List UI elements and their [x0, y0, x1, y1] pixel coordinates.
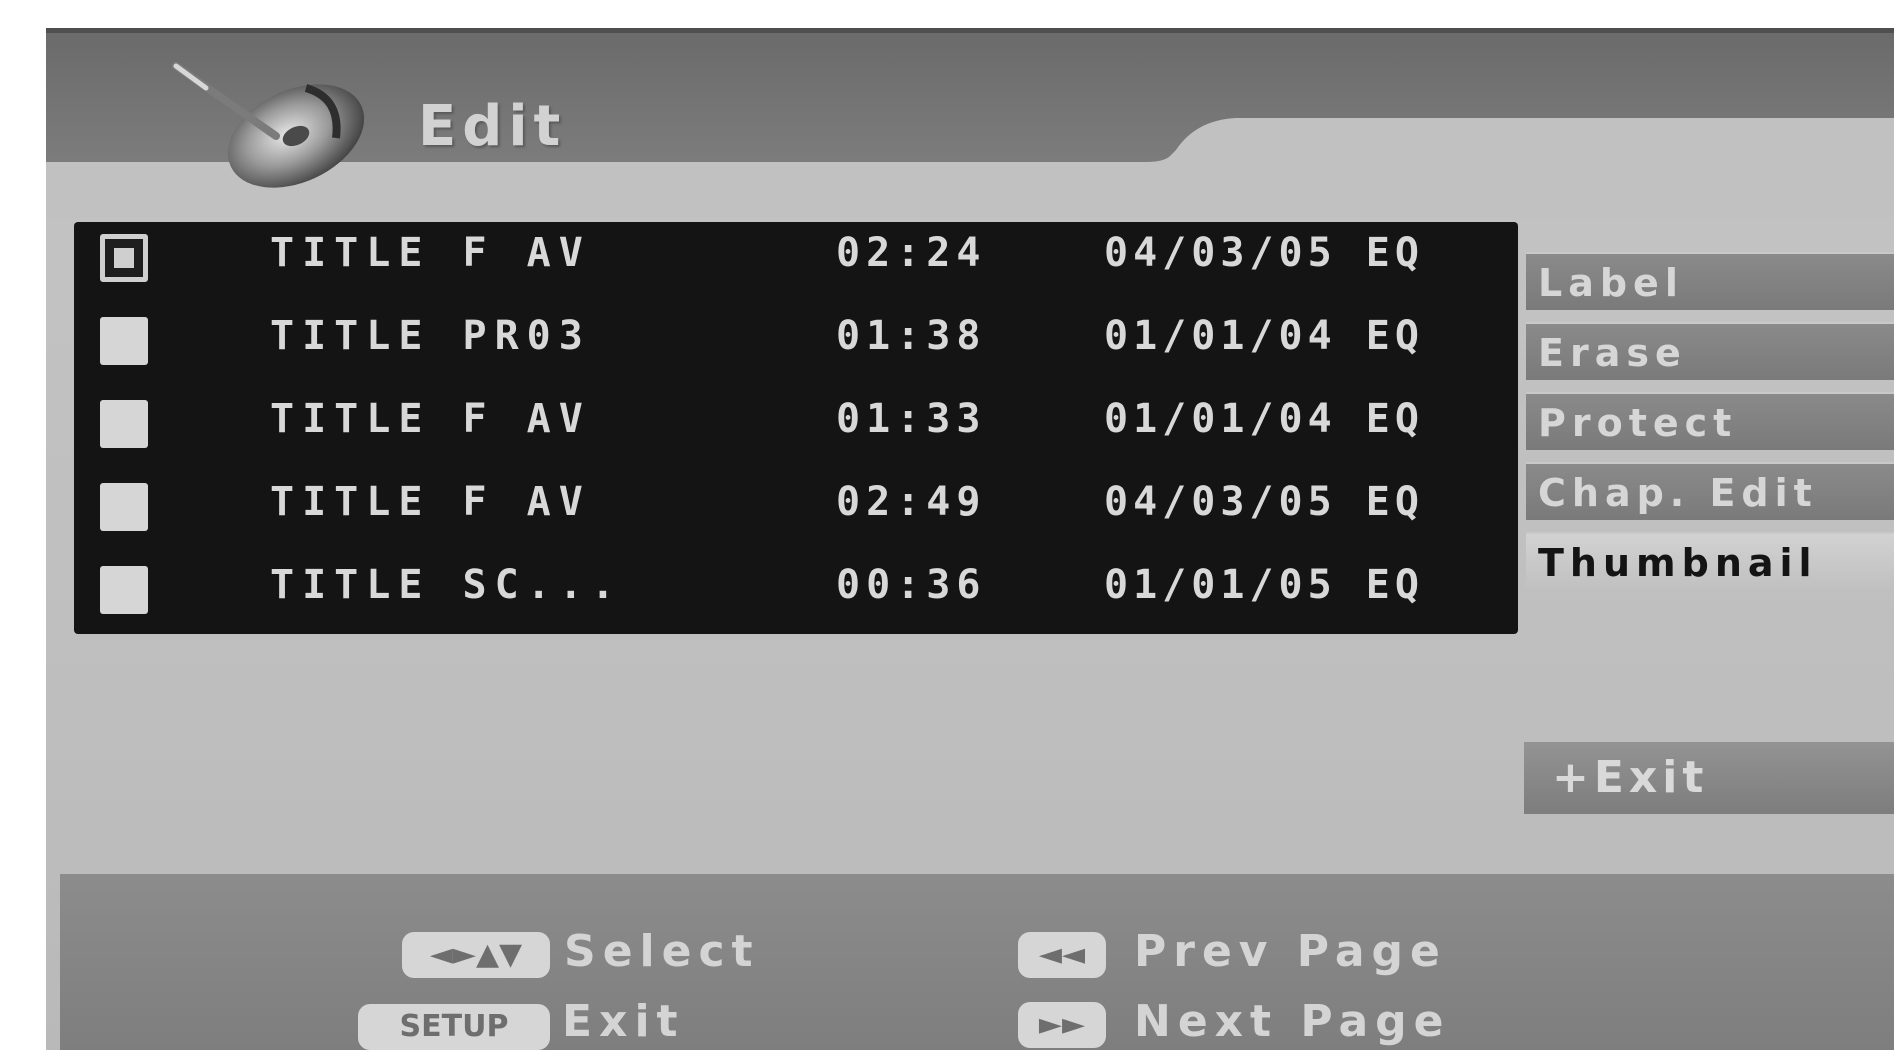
title-date: 04/03/05 EQ: [1104, 230, 1424, 276]
title-name: TITLE SC...: [270, 562, 623, 608]
exit-help-label: Exit: [562, 996, 685, 1047]
menu-item-chap-edit[interactable]: Chap. Edit: [1526, 462, 1894, 520]
next-key-icon: ►►: [1018, 1002, 1106, 1048]
setup-key-icon: SETUP: [358, 1004, 550, 1050]
edit-screen: Edit TITLE F AV 02:24 04/03/05 EQ TITLE PR0…: [46, 28, 1894, 1050]
title-date: 01/01/05 EQ: [1104, 562, 1424, 608]
title-date: 01/01/04 EQ: [1104, 396, 1424, 442]
menu-item-erase[interactable]: Erase: [1526, 322, 1894, 380]
exit-button[interactable]: +Exit: [1524, 742, 1894, 814]
checkbox-icon[interactable]: [100, 566, 148, 614]
disc-edit-icon: [172, 62, 365, 188]
next-page-label: Next Page: [1134, 996, 1451, 1047]
title-name: TITLE F AV: [270, 230, 591, 276]
title-length: 00:36: [836, 562, 987, 608]
title-date: 04/03/05 EQ: [1104, 479, 1424, 525]
title-length: 02:49: [836, 479, 987, 525]
selected-checkbox-icon[interactable]: [100, 234, 148, 282]
checkbox-icon[interactable]: [100, 400, 148, 448]
title-length: 01:33: [836, 396, 987, 442]
prev-key-icon: ◄◄: [1018, 932, 1106, 978]
arrow-keys-icon: ◄►▲▼: [402, 932, 550, 978]
title-length: 02:24: [836, 230, 987, 276]
title-row[interactable]: TITLE F AV 02:49 04/03/05 EQ: [74, 475, 1518, 545]
title-list: TITLE F AV 02:24 04/03/05 EQ TITLE PR03 01:3…: [74, 222, 1518, 634]
title-row[interactable]: TITLE PR03 01:38 01/01/04 EQ: [74, 309, 1518, 379]
title-name: TITLE PR03: [270, 313, 591, 359]
menu-item-label[interactable]: Label: [1526, 252, 1894, 310]
help-bar: ◄►▲▼ Select SETUP Exit ◄◄ Prev Page ►► N…: [60, 874, 1894, 1050]
title-row[interactable]: TITLE SC... 00:36 01/01/05 EQ: [74, 558, 1518, 628]
title-row[interactable]: TITLE F AV 02:24 04/03/05 EQ: [74, 226, 1518, 296]
page-title: Edit: [418, 94, 567, 159]
title-row[interactable]: TITLE F AV 01:33 01/01/04 EQ: [74, 392, 1518, 462]
title-name: TITLE F AV: [270, 479, 591, 525]
title-name: TITLE F AV: [270, 396, 591, 442]
title-date: 01/01/04 EQ: [1104, 313, 1424, 359]
checkbox-icon[interactable]: [100, 483, 148, 531]
select-help-label: Select: [564, 926, 760, 977]
menu-item-protect[interactable]: Protect: [1526, 392, 1894, 450]
checkbox-icon[interactable]: [100, 317, 148, 365]
title-length: 01:38: [836, 313, 987, 359]
header-bar: Edit: [46, 28, 1894, 218]
prev-page-label: Prev Page: [1134, 926, 1447, 977]
menu-item-thumbnail[interactable]: Thumbnail: [1526, 532, 1894, 590]
